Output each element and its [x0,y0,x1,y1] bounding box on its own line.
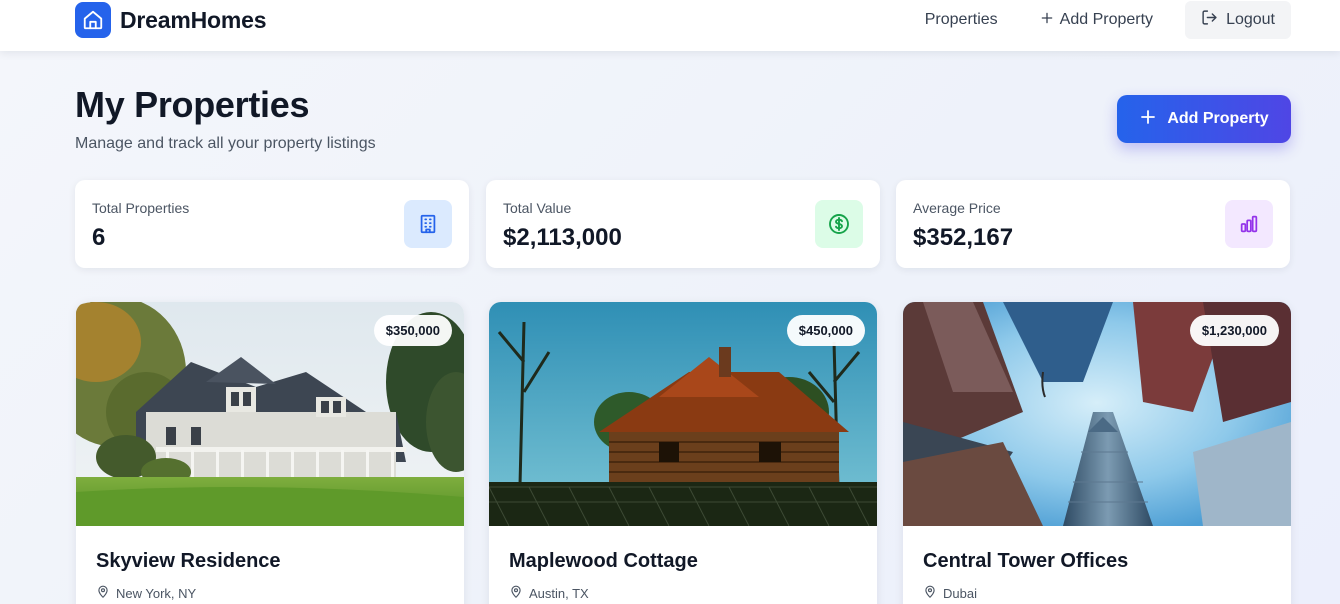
property-location-text: New York, NY [116,586,197,601]
stat-card-average-price: Average Price $352,167 [896,180,1290,268]
home-icon [75,2,111,38]
stat-label: Total Value [503,200,572,216]
page-title: My Properties [75,84,310,125]
property-card[interactable]: $1,230,000 Central Tower Offices Dubai [903,302,1291,604]
brand-logo[interactable]: DreamHomes [75,2,266,38]
stat-label: Average Price [913,200,1001,216]
stat-value: $2,113,000 [503,224,622,251]
building-icon [404,200,452,248]
nav-properties-label: Properties [924,11,998,28]
stat-label: Total Properties [92,200,190,216]
property-location-text: Austin, TX [529,586,589,601]
add-property-button[interactable]: Add Property [1117,95,1291,143]
property-location: New York, NY [96,585,196,602]
logout-icon [1201,9,1218,31]
property-name: Skyview Residence [96,550,281,572]
property-photo: $1,230,000 [903,302,1291,526]
property-name: Maplewood Cottage [509,550,698,572]
plus-icon [1139,108,1157,131]
property-photo: $450,000 [489,302,877,526]
page-subtitle: Manage and track all your property listi… [75,135,376,152]
stat-value: $352,167 [913,224,1014,251]
brand-name: DreamHomes [120,6,267,33]
nav-add-property-link[interactable]: Add Property [1040,11,1153,30]
add-property-button-label: Add Property [1167,110,1269,127]
dollar-icon [815,200,863,248]
property-location: Dubai [923,585,977,602]
nav-links: Properties Add Property Logout [925,0,1291,40]
logout-button[interactable]: Logout [1185,1,1291,39]
property-location-text: Dubai [943,586,977,601]
map-pin-icon [96,585,110,602]
top-navbar: DreamHomes Properties Add Property Logou… [0,0,1340,51]
price-badge: $1,230,000 [1189,315,1279,346]
property-name: Central Tower Offices [923,550,1129,572]
property-card[interactable]: $350,000 Skyview Residence New York, NY [76,302,464,604]
property-card[interactable]: $450,000 Maplewood Cottage Austin, TX [489,302,877,604]
price-badge: $350,000 [373,315,452,346]
stat-card-total-value: Total Value $2,113,000 [486,180,880,268]
property-photo: $350,000 [76,302,464,526]
stat-value: 6 [92,224,106,251]
price-badge: $450,000 [786,315,865,346]
logout-label: Logout [1226,11,1275,28]
map-pin-icon [509,585,523,602]
nav-properties-link[interactable]: Properties [925,11,998,29]
nav-add-property-label: Add Property [1059,11,1154,28]
bar-chart-icon [1225,200,1273,248]
map-pin-icon [923,585,937,602]
stat-card-total-properties: Total Properties 6 [75,180,469,268]
property-location: Austin, TX [509,585,589,602]
plus-icon [1040,11,1054,30]
